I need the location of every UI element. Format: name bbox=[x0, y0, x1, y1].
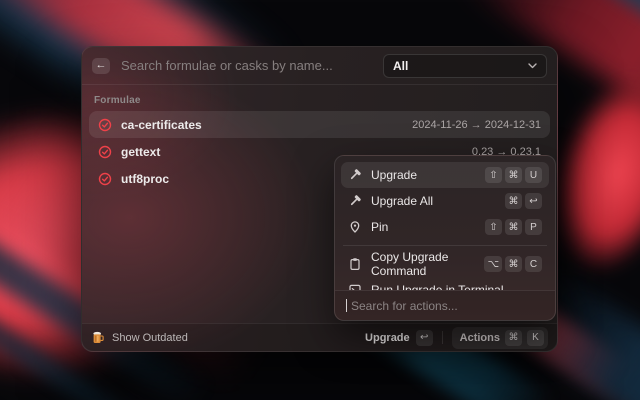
menu-item-label: Copy Upgrade Command bbox=[371, 250, 475, 278]
menu-item-label: Pin bbox=[371, 220, 476, 234]
desktop: ← All Formulae ca-certificates 2024-11-2… bbox=[0, 0, 640, 400]
actions-menu-list: Upgrade ⇧ ⌘ U Upgrade All ⌘ ↩ bbox=[335, 156, 555, 290]
actions-search-input[interactable] bbox=[349, 298, 544, 314]
outdated-check-circle-icon bbox=[98, 118, 112, 132]
show-outdated-label: Show Outdated bbox=[112, 332, 188, 344]
actions-label: Actions bbox=[460, 332, 500, 344]
filter-dropdown-value: All bbox=[393, 59, 528, 73]
command-key-icon: ⌘ bbox=[505, 193, 522, 209]
menu-item-upgrade[interactable]: Upgrade ⇧ ⌘ U bbox=[341, 162, 549, 188]
chevron-down-icon bbox=[528, 63, 537, 69]
wallpaper-streak bbox=[600, 0, 640, 34]
menu-item-pin[interactable]: Pin ⇧ ⌘ P bbox=[341, 214, 549, 240]
formula-name: gettext bbox=[121, 145, 160, 159]
menu-item-label: Upgrade bbox=[371, 168, 476, 182]
status-bar: Show Outdated Upgrade ↩ Actions ⌘ K bbox=[82, 323, 557, 351]
actions-menu: Upgrade ⇧ ⌘ U Upgrade All ⌘ ↩ bbox=[334, 155, 556, 321]
back-arrow-icon: ← bbox=[96, 60, 107, 71]
c-key-icon: C bbox=[525, 256, 542, 272]
shift-key-icon: ⇧ bbox=[485, 167, 502, 183]
homebrew-beer-icon bbox=[91, 331, 105, 345]
menu-item-upgrade-all[interactable]: Upgrade All ⌘ ↩ bbox=[341, 188, 549, 214]
return-key-icon: ↩ bbox=[416, 330, 433, 346]
menu-item-label: Upgrade All bbox=[371, 194, 496, 208]
command-key-icon: ⌘ bbox=[505, 219, 522, 235]
formula-version-change: 2024-11-26 → 2024-12-31 bbox=[412, 119, 541, 131]
menu-item-label: Run Upgrade in Terminal bbox=[371, 283, 533, 290]
search-input[interactable] bbox=[119, 57, 383, 74]
command-key-icon: ⌘ bbox=[505, 330, 522, 346]
section-header: Formulae bbox=[94, 95, 545, 106]
hammer-icon bbox=[348, 194, 362, 208]
clipboard-icon bbox=[348, 257, 362, 271]
footer-divider bbox=[442, 331, 443, 344]
outdated-check-circle-icon bbox=[98, 145, 112, 159]
hammer-icon bbox=[348, 168, 362, 182]
formula-name: utf8proc bbox=[121, 172, 169, 186]
command-key-icon: ⌘ bbox=[505, 167, 522, 183]
primary-action-label[interactable]: Upgrade bbox=[365, 332, 410, 344]
shift-key-icon: ⇧ bbox=[485, 219, 502, 235]
text-caret bbox=[346, 299, 347, 312]
search-header: ← All bbox=[82, 47, 557, 85]
list-item[interactable]: ca-certificates 2024-11-26 → 2024-12-31 bbox=[89, 111, 550, 138]
return-key-icon: ↩ bbox=[525, 193, 542, 209]
formula-name: ca-certificates bbox=[121, 118, 202, 132]
pin-icon bbox=[348, 220, 362, 234]
back-button[interactable]: ← bbox=[92, 58, 110, 74]
command-key-icon: ⌘ bbox=[505, 256, 522, 272]
actions-search-bar bbox=[335, 290, 555, 320]
option-key-icon: ⌥ bbox=[484, 256, 502, 272]
filter-dropdown[interactable]: All bbox=[383, 54, 547, 78]
menu-item-run-upgrade-in-terminal[interactable]: Run Upgrade in Terminal bbox=[341, 277, 549, 290]
u-key-icon: U bbox=[525, 167, 542, 183]
p-key-icon: P bbox=[525, 219, 542, 235]
menu-item-copy-upgrade-command[interactable]: Copy Upgrade Command ⌥ ⌘ C bbox=[341, 251, 549, 277]
menu-divider bbox=[343, 245, 547, 246]
outdated-check-circle-icon bbox=[98, 172, 112, 186]
k-key-icon: K bbox=[527, 330, 544, 346]
actions-button[interactable]: Actions ⌘ K bbox=[452, 327, 548, 349]
terminal-icon bbox=[348, 283, 362, 290]
